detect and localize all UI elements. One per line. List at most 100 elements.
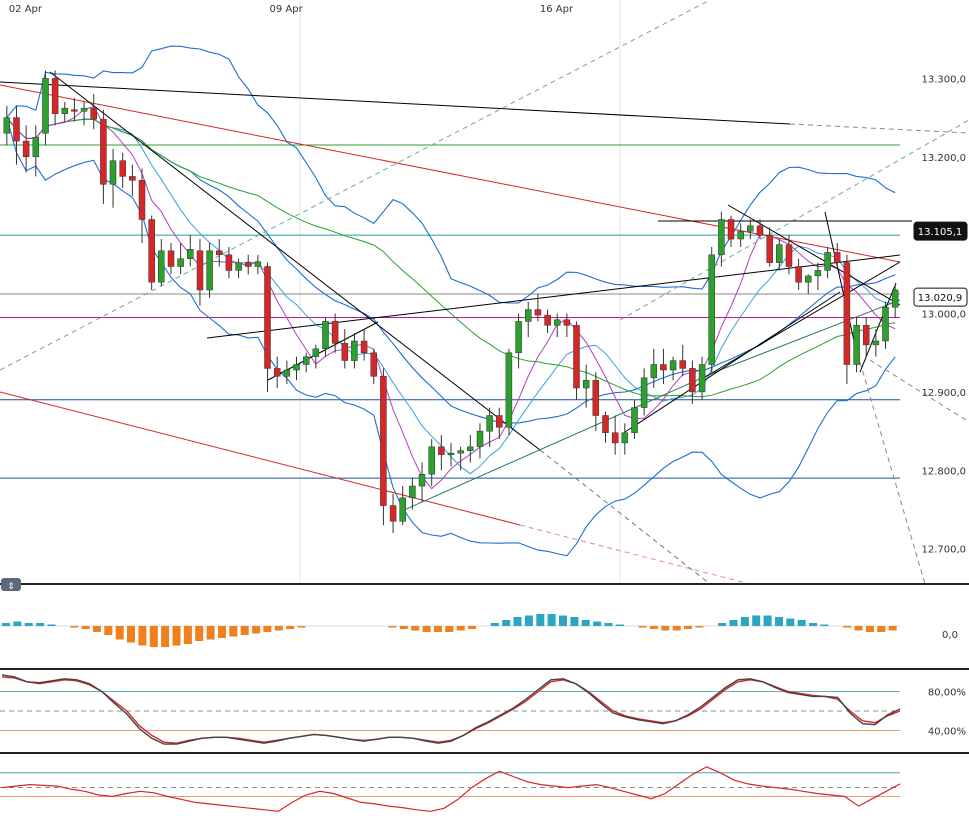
candle-body — [331, 321, 339, 344]
candle-body — [882, 307, 889, 342]
macd-bar — [615, 624, 624, 626]
macd-bar — [47, 624, 56, 626]
candle-body — [409, 485, 416, 499]
macd-bar — [547, 614, 556, 626]
candle-body — [708, 254, 715, 365]
candle-body — [428, 446, 435, 475]
candle-body — [737, 230, 744, 240]
macd-bar — [149, 626, 158, 647]
macd-bar — [740, 617, 749, 626]
candle-body — [389, 505, 397, 522]
candle-body — [235, 262, 242, 271]
candle-body — [148, 219, 155, 283]
candle-body — [244, 262, 252, 267]
macd-bar — [797, 620, 806, 626]
candle-body — [351, 340, 358, 361]
candle-body — [718, 219, 725, 256]
candle-body — [370, 352, 378, 377]
candle-body — [747, 225, 754, 232]
macd-bar — [877, 626, 886, 632]
candle-body — [119, 160, 126, 177]
candle-body — [689, 368, 696, 393]
price-tick-label: 13.300,0 — [921, 74, 966, 85]
macd-bar — [649, 626, 658, 629]
candle-body — [399, 497, 406, 522]
macd-bar — [433, 626, 442, 632]
macd-bar — [422, 626, 431, 632]
candle-body — [51, 78, 59, 114]
candle-body — [611, 432, 619, 444]
candle-body — [872, 340, 880, 346]
macd-bar — [286, 626, 295, 629]
macd-bar — [661, 626, 670, 631]
macd-bar — [70, 626, 79, 628]
candle-body — [90, 107, 97, 120]
macd-bar — [36, 623, 45, 626]
macd-bar — [468, 626, 477, 629]
candle-body — [100, 118, 107, 185]
date-tick-label: 02 Apr — [9, 4, 43, 15]
candle-body — [187, 249, 194, 259]
stoch-level-label: 80,00% — [928, 688, 966, 699]
macd-bar — [252, 626, 261, 634]
price-tick-label: 12.700,0 — [921, 545, 966, 556]
macd-bar — [672, 626, 681, 631]
candle-body — [505, 352, 513, 428]
candle-body — [582, 379, 590, 389]
candle-body — [573, 325, 580, 389]
macd-bar — [786, 618, 795, 626]
chart-canvas: 13.300,013.200,013.100,013.000,012.900,0… — [0, 0, 969, 836]
macd-bar — [218, 626, 226, 638]
price-tick-label: 13.200,0 — [921, 153, 966, 164]
macd-bar — [13, 621, 22, 626]
candle-body — [833, 252, 841, 263]
candle-body — [380, 376, 387, 506]
candle-body — [225, 254, 233, 271]
candle-body — [891, 289, 899, 308]
stoch-level-label: 40,00% — [928, 727, 966, 738]
trading-chart: 13.300,013.200,013.100,013.000,012.900,0… — [0, 0, 969, 836]
macd-bar — [843, 626, 852, 628]
macd-bar — [115, 626, 124, 640]
macd-bar — [161, 626, 170, 647]
candle-body — [515, 321, 522, 354]
macd-bar — [695, 626, 704, 628]
price-tick-label: 12.900,0 — [921, 388, 966, 399]
candle-body — [727, 219, 735, 240]
macd-bar — [581, 620, 590, 626]
macd-bar — [718, 623, 727, 626]
macd-bar — [524, 615, 533, 626]
candle-body — [650, 364, 658, 379]
candle-body — [660, 364, 667, 371]
macd-bar — [104, 626, 113, 635]
candle-body — [476, 430, 484, 448]
macd-bar — [229, 626, 238, 637]
candle-body — [640, 377, 648, 408]
candle-body — [129, 176, 136, 181]
macd-bar — [775, 617, 783, 626]
candle-body — [756, 225, 764, 236]
macd-bar — [183, 626, 192, 644]
candle-body — [805, 275, 812, 283]
candle-body — [631, 407, 638, 433]
candle-body — [679, 360, 686, 369]
candle-body — [312, 348, 320, 357]
candle-body — [602, 415, 609, 433]
macd-bar — [388, 626, 397, 628]
macd-zero-label: 0,0 — [942, 630, 958, 641]
macd-bar — [206, 626, 215, 640]
candle-body — [862, 325, 870, 346]
candle-body — [283, 369, 291, 377]
collapse-icon: ⇕ — [7, 582, 15, 592]
candle-body — [254, 261, 262, 267]
macd-bar — [92, 626, 101, 632]
macd-bar — [399, 626, 408, 629]
macd-bar — [411, 626, 420, 631]
macd-bar — [274, 626, 283, 631]
macd-bar — [604, 623, 613, 626]
candle-body — [418, 474, 426, 487]
price-tick-label: 13.000,0 — [921, 310, 966, 321]
candle-body — [766, 234, 773, 263]
candle-body — [776, 244, 783, 263]
macd-bar — [240, 626, 249, 635]
